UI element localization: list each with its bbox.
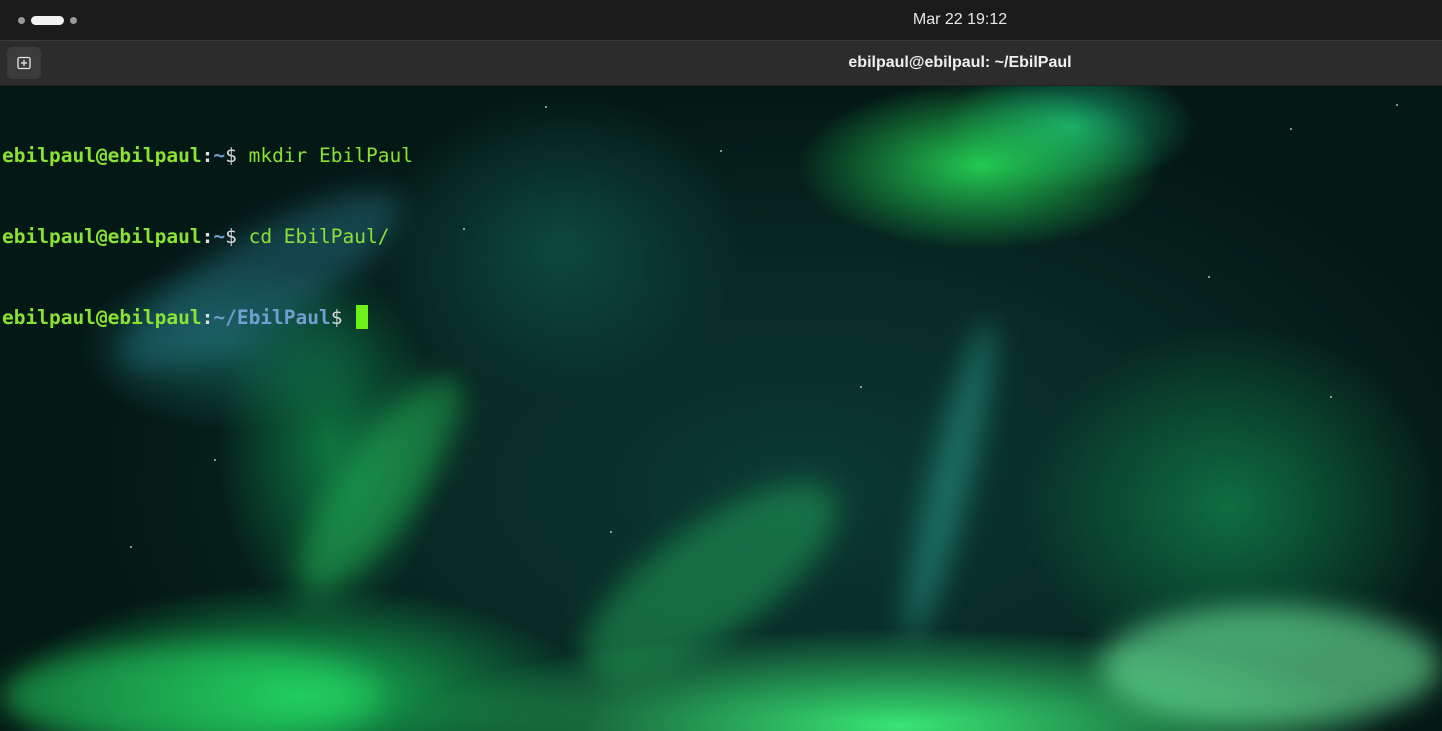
star	[1208, 276, 1210, 278]
terminal-output[interactable]: ebilpaul@ebilpaul:~$ mkdir EbilPaul ebil…	[2, 88, 413, 385]
terminal-line: ebilpaul@ebilpaul:~$ mkdir EbilPaul	[2, 142, 413, 169]
star	[610, 531, 612, 533]
prompt-separator: :	[201, 144, 214, 167]
terminal-view[interactable]: ebilpaul@ebilpaul:~$ mkdir EbilPaul ebil…	[0, 86, 1442, 731]
star	[463, 228, 465, 230]
star	[1330, 396, 1332, 398]
top-bar: Mar 22 19:12	[0, 0, 1442, 40]
star	[1290, 128, 1292, 130]
star	[1396, 104, 1398, 106]
command-text: cd EbilPaul/	[236, 225, 390, 248]
new-tab-button[interactable]	[7, 47, 41, 79]
star	[130, 546, 132, 548]
terminal-cursor[interactable]	[356, 305, 369, 329]
prompt-dollar: $	[225, 225, 237, 248]
command-text: mkdir EbilPaul	[236, 144, 413, 167]
terminal-header-bar: ebilpaul@ebilpaul: ~/EbilPaul	[0, 40, 1442, 86]
prompt-path: ~	[213, 144, 226, 167]
prompt-separator: :	[201, 225, 214, 248]
new-tab-icon	[16, 55, 32, 71]
prompt-path: ~/EbilPaul	[213, 306, 331, 329]
window-title: ebilpaul@ebilpaul: ~/EbilPaul	[848, 54, 1072, 71]
star	[720, 150, 722, 152]
aurora-background	[555, 449, 865, 713]
star	[214, 459, 216, 461]
prompt-user: ebilpaul@ebilpaul	[2, 306, 202, 329]
prompt-user: ebilpaul@ebilpaul	[2, 144, 202, 167]
aurora-background	[890, 316, 1010, 646]
command-text	[343, 306, 355, 329]
terminal-line: ebilpaul@ebilpaul:~/EbilPaul$	[2, 304, 413, 331]
prompt-path: ~	[213, 225, 226, 248]
prompt-user: ebilpaul@ebilpaul	[2, 225, 202, 248]
aurora-background	[0, 646, 380, 731]
aurora-background	[272, 356, 488, 616]
prompt-dollar: $	[330, 306, 343, 329]
aurora-background	[1100, 606, 1440, 726]
prompt-dollar: $	[225, 144, 237, 167]
star	[860, 386, 862, 388]
star	[545, 106, 547, 108]
date-time-clock[interactable]: Mar 22 19:12	[0, 0, 1442, 40]
prompt-separator: :	[201, 306, 214, 329]
terminal-line: ebilpaul@ebilpaul:~$ cd EbilPaul/	[2, 223, 413, 250]
